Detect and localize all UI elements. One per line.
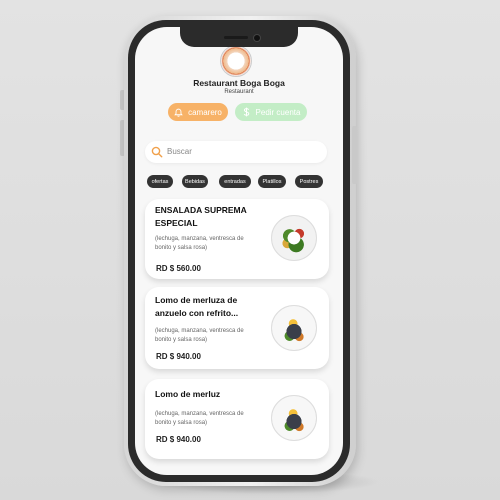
salad-image [271, 215, 317, 261]
category-platillos[interactable]: Platillos [258, 175, 286, 188]
menu-item-description: (lechuga, manzana, ventresca de bonito y… [155, 236, 244, 251]
restaurant-type: Restaurant [224, 89, 254, 95]
category-postres[interactable]: Postres [295, 175, 323, 188]
phone-notch [180, 27, 298, 47]
dollar-icon [242, 107, 251, 117]
menu-item-price: RD $ 560.00 [156, 264, 201, 273]
fish-image [271, 305, 317, 351]
request-bill-button[interactable]: Pedir cuenta [235, 103, 307, 121]
menu-item-description: (lechuga, manzana, ventresca de bonito y… [155, 328, 244, 343]
camera-icon [254, 35, 260, 41]
fish-image [271, 395, 317, 441]
app-screen: Restaurant Boga Boga Restaurant camarero… [135, 27, 343, 475]
menu-item-title: ENSALADA SUPREMA ESPECIAL [155, 205, 247, 228]
menu-item-card[interactable]: Lomo de merluz (lechuga, manzana, ventre… [145, 379, 329, 459]
speaker-grill [224, 36, 248, 39]
call-waiter-button[interactable]: camarero [168, 103, 228, 121]
menu-item-title: Lomo de merluza de anzuelo con refrito..… [155, 295, 239, 318]
menu-item-card[interactable]: Lomo de merluza de anzuelo con refrito..… [145, 287, 329, 369]
search-icon [151, 145, 163, 163]
menu-item-price: RD $ 940.00 [156, 435, 201, 444]
category-ofertas[interactable]: ofertas [147, 175, 173, 188]
request-bill-label: Pedir cuenta [255, 107, 301, 117]
menu-item-card[interactable]: ENSALADA SUPREMA ESPECIAL (lechuga, manz… [145, 199, 329, 279]
restaurant-name: Restaurant Boga Boga [193, 78, 285, 88]
call-waiter-label: camarero [188, 107, 222, 117]
menu-item-title: Lomo de merluz [155, 389, 221, 399]
bell-icon [174, 108, 183, 117]
search-placeholder: Buscar [167, 147, 192, 156]
phone-power-button [352, 126, 357, 184]
category-entradas[interactable]: entradas [219, 175, 251, 188]
menu-item-price: RD $ 940.00 [156, 352, 201, 361]
category-bebidas[interactable]: Bebidas [182, 175, 208, 188]
menu-item-description: (lechuga, manzana, ventresca de bonito y… [155, 411, 244, 426]
restaurant-logo [220, 45, 252, 77]
search-input[interactable]: Buscar [145, 141, 327, 163]
